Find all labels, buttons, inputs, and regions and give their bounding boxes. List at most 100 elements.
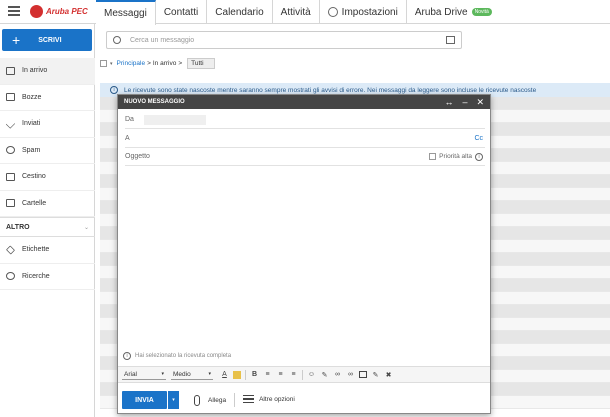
compose-header[interactable]: NUOVO MESSAGGIO ↔ – ✕ bbox=[118, 95, 490, 109]
tab-impostazioni[interactable]: Impostazioni bbox=[320, 0, 407, 24]
from-field[interactable]: Da bbox=[125, 111, 485, 129]
aruba-pec-logo[interactable]: Aruba PEC bbox=[30, 5, 88, 18]
brush-icon[interactable]: ✎ bbox=[371, 370, 380, 379]
info-icon[interactable]: i bbox=[475, 152, 483, 161]
sidebar-item-label: In arrivo bbox=[22, 67, 48, 75]
folder-nav: In arrivo Bozze Inviati Spam Cestino Car… bbox=[0, 58, 95, 290]
more-options-label: Altre opzioni bbox=[259, 396, 295, 404]
compose-dialog: NUOVO MESSAGGIO ↔ – ✕ Da A Cc Oggetto Pr… bbox=[117, 94, 491, 414]
search-input[interactable]: Cerca un messaggio bbox=[106, 31, 462, 49]
search-placeholder: Cerca un messaggio bbox=[130, 36, 195, 44]
minimize-icon[interactable]: – bbox=[462, 97, 467, 107]
sidebar: + SCRIVI In arrivo Bozze Inviati Spam Ce… bbox=[0, 24, 95, 417]
sidebar-item-label: Spam bbox=[22, 146, 41, 154]
sidebar-item-spam[interactable]: Spam bbox=[0, 138, 95, 164]
send-options-button[interactable]: ▾ bbox=[168, 391, 179, 409]
sidebar-item-ricerche[interactable]: Ricerche bbox=[0, 264, 95, 290]
tab-attivita[interactable]: Attività bbox=[273, 0, 320, 24]
tab-label: Contatti bbox=[163, 6, 199, 18]
info-icon: i bbox=[110, 86, 118, 94]
info-icon: i bbox=[123, 352, 131, 360]
folder-icon bbox=[6, 199, 15, 208]
emoji-icon[interactable]: ☺ bbox=[307, 370, 316, 379]
tab-messaggi[interactable]: Messaggi bbox=[96, 0, 156, 25]
font-family-select[interactable]: Arial ▾ bbox=[122, 369, 166, 380]
font-size-value: Medio bbox=[173, 370, 191, 378]
list-icon[interactable]: ≡ bbox=[263, 370, 272, 379]
font-color-icon[interactable]: A bbox=[220, 370, 229, 379]
main-tabs: Messaggi Contatti Calendario Attività Im… bbox=[96, 0, 500, 25]
menu-lines-icon bbox=[243, 395, 255, 405]
send-icon bbox=[5, 118, 16, 129]
formatting-toolbar: Arial ▾ Medio ▾ A B ≡ ≡ ≡ ☺ ✎ ∞ ∞ ✎ ✖ bbox=[118, 366, 490, 383]
sidebar-item-inviati[interactable]: Inviati bbox=[0, 111, 95, 138]
subject-field[interactable]: Oggetto Priorità alta i bbox=[125, 148, 485, 166]
compose-label: SCRIVI bbox=[38, 36, 62, 44]
divider bbox=[234, 393, 236, 407]
sidebar-item-label: Etichette bbox=[22, 246, 50, 254]
compose-actions: INVIA ▾ Allega Altre opzioni bbox=[118, 386, 490, 414]
subject-label: Oggetto bbox=[125, 153, 150, 160]
receipt-notice: i Hai selezionato la ricevuta completa bbox=[123, 352, 231, 360]
sidebar-item-bozze[interactable]: Bozze bbox=[0, 85, 95, 111]
search-filter-icon[interactable] bbox=[446, 36, 455, 44]
image-icon[interactable] bbox=[359, 371, 367, 378]
plus-icon: + bbox=[12, 32, 21, 48]
filter-value: Tutti bbox=[191, 60, 204, 67]
numbered-list-icon[interactable]: ≡ bbox=[289, 370, 298, 379]
font-size-select[interactable]: Medio ▾ bbox=[171, 369, 213, 380]
tab-label: Attività bbox=[280, 6, 311, 18]
tab-aruba-drive[interactable]: Aruba Drive Novità bbox=[407, 0, 500, 24]
to-field[interactable]: A Cc bbox=[125, 130, 485, 148]
priority-label: Priorità alta bbox=[439, 153, 472, 160]
send-button[interactable]: INVIA bbox=[122, 391, 167, 409]
chevron-down-icon: ⌄ bbox=[83, 224, 89, 231]
inbox-icon bbox=[6, 66, 15, 75]
shield-icon bbox=[6, 146, 15, 155]
select-all-checkbox[interactable] bbox=[100, 60, 107, 67]
chevron-down-icon: ▾ bbox=[208, 371, 211, 377]
link-icon[interactable]: ∞ bbox=[333, 370, 342, 379]
sidebar-item-label: Cartelle bbox=[22, 199, 47, 207]
tab-label: Impostazioni bbox=[341, 6, 398, 18]
tab-label: Calendario bbox=[215, 6, 264, 18]
sidebar-item-etichette[interactable]: Etichette bbox=[0, 237, 95, 264]
highlight-icon[interactable] bbox=[233, 370, 241, 379]
receipt-text: Hai selezionato la ricevuta completa bbox=[135, 353, 232, 359]
chevron-down-icon: ▾ bbox=[172, 397, 175, 403]
toolbar-divider bbox=[245, 369, 246, 380]
filter-select[interactable]: Tutti bbox=[187, 58, 215, 69]
unlink-icon[interactable]: ∞ bbox=[346, 370, 355, 379]
more-options-button[interactable]: Altre opzioni bbox=[243, 395, 295, 405]
compose-button[interactable]: + SCRIVI bbox=[2, 29, 92, 51]
from-value bbox=[143, 114, 206, 125]
tab-contatti[interactable]: Contatti bbox=[156, 0, 208, 24]
gear-icon bbox=[327, 7, 338, 17]
close-icon[interactable]: ✕ bbox=[476, 97, 484, 107]
clear-format-icon[interactable]: ✖ bbox=[384, 370, 393, 379]
to-label: A bbox=[125, 135, 130, 142]
section-altro[interactable]: ALTRO ⌄ bbox=[0, 217, 95, 237]
window-controls: ↔ – ✕ bbox=[435, 97, 484, 107]
search-icon bbox=[6, 272, 15, 281]
chevron-down-icon[interactable]: ▾ bbox=[110, 61, 113, 67]
from-label: Da bbox=[125, 116, 134, 123]
attach-button[interactable]: Allega bbox=[194, 394, 226, 406]
pen-icon[interactable]: ✎ bbox=[320, 370, 329, 379]
draft-icon bbox=[6, 93, 15, 102]
hamburger-menu-icon[interactable] bbox=[8, 6, 20, 16]
sidebar-item-cestino[interactable]: Cestino bbox=[0, 164, 95, 191]
top-bar: Aruba PEC Messaggi Contatti Calendario A… bbox=[0, 0, 610, 25]
bold-icon[interactable]: B bbox=[250, 370, 259, 379]
breadcrumb-principale[interactable]: Principale bbox=[117, 60, 146, 67]
expand-icon[interactable]: ↔ bbox=[444, 97, 453, 107]
cc-link[interactable]: Cc bbox=[474, 135, 483, 142]
tab-label: Messaggi bbox=[104, 8, 147, 19]
tab-calendario[interactable]: Calendario bbox=[207, 0, 273, 24]
send-label: INVIA bbox=[135, 396, 154, 404]
sidebar-item-in-arrivo[interactable]: In arrivo bbox=[0, 58, 95, 85]
align-icon[interactable]: ≡ bbox=[276, 370, 285, 379]
priority-checkbox[interactable] bbox=[429, 153, 437, 160]
sidebar-item-cartelle[interactable]: Cartelle bbox=[0, 191, 95, 217]
chevron-down-icon: ▾ bbox=[161, 371, 164, 377]
